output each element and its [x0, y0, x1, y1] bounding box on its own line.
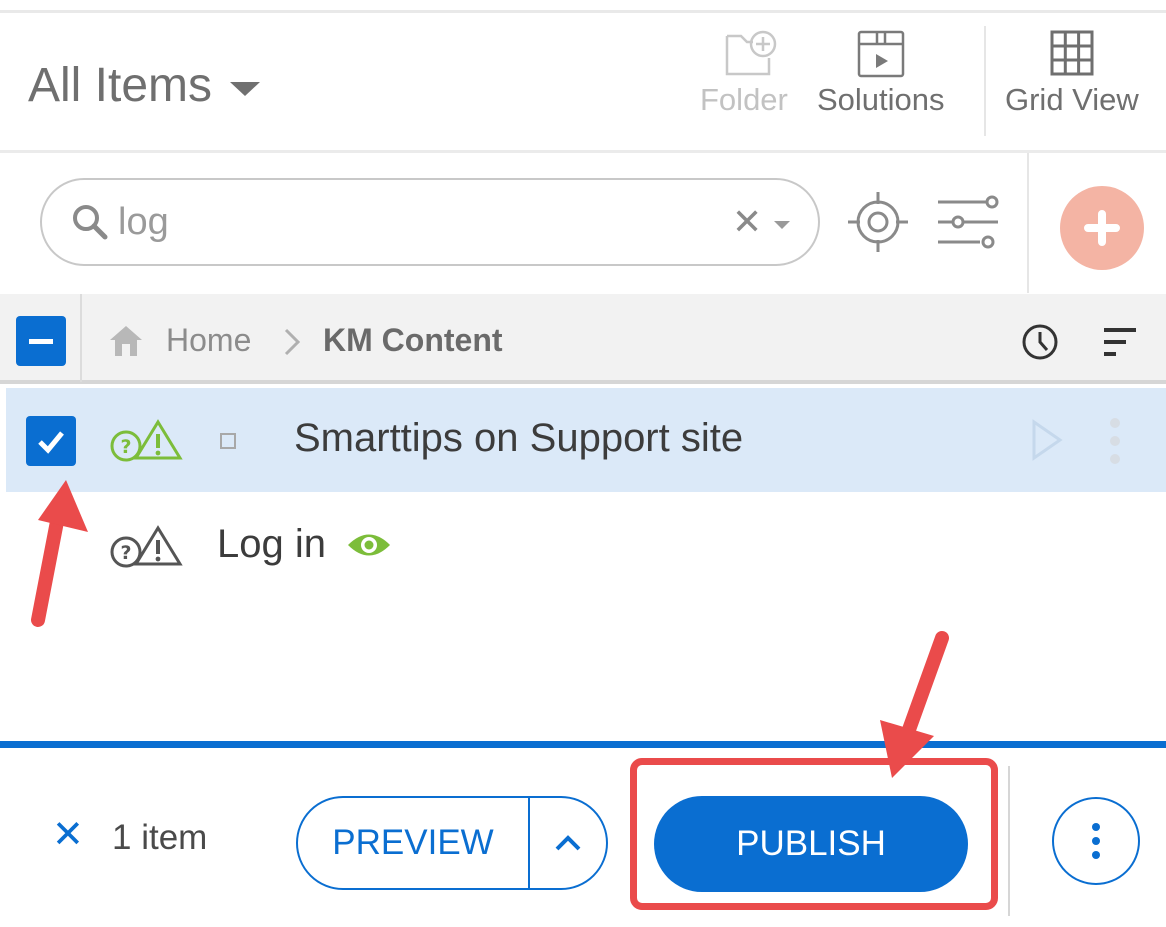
breadcrumb-current: KM Content	[323, 322, 503, 358]
row-checkbox[interactable]	[26, 416, 76, 466]
item-title[interactable]: Log in	[217, 522, 326, 567]
play-icon[interactable]	[1030, 418, 1064, 462]
filter-sliders-icon[interactable]	[936, 192, 1000, 252]
minus-icon	[29, 338, 53, 344]
solutions-button[interactable]: Solutions	[817, 28, 945, 118]
annotation-arrow-icon	[880, 631, 949, 778]
annotation-arrow-icon	[31, 480, 88, 627]
folder-add-icon	[725, 30, 777, 76]
search-icon	[73, 205, 108, 240]
solutions-icon	[857, 30, 905, 78]
folder-label: Folder	[700, 82, 788, 117]
selected-count: 1 item	[112, 818, 208, 857]
solutions-label: Solutions	[817, 82, 945, 117]
item-more-icon[interactable]	[1110, 418, 1120, 464]
add-button[interactable]	[1060, 186, 1144, 270]
view-selector[interactable]: All Items	[28, 58, 261, 113]
clear-selection-icon[interactable]: ✕	[52, 816, 84, 854]
page-title: All Items	[28, 59, 213, 112]
header-divider	[0, 150, 1166, 153]
search-box	[40, 178, 820, 266]
toolbar-divider	[984, 26, 986, 136]
home-icon[interactable]	[106, 320, 146, 360]
breadcrumb-home[interactable]: Home	[166, 322, 251, 359]
grid-icon	[1050, 30, 1094, 76]
type-square-icon	[220, 433, 236, 449]
grid-view-button[interactable]: Grid View	[1005, 28, 1139, 118]
preview-split-button: PREVIEW	[296, 796, 608, 890]
caret-down-icon	[230, 81, 261, 96]
top-divider	[0, 10, 1166, 13]
svg-text:?: ?	[120, 436, 131, 458]
svg-text:?: ?	[120, 542, 131, 564]
preview-options-button[interactable]	[530, 798, 606, 888]
chevron-right-icon	[284, 328, 301, 356]
checkmark-icon	[38, 431, 64, 454]
status-help-warning-icon: ?	[110, 419, 183, 462]
item-title[interactable]: Smarttips on Support site	[294, 416, 743, 461]
grid-view-label: Grid View	[1005, 82, 1139, 117]
preview-button[interactable]: PREVIEW	[298, 798, 530, 888]
status-help-warning-icon: ?	[110, 525, 183, 568]
clock-icon[interactable]	[1020, 322, 1060, 362]
clear-search-icon[interactable]: ✕	[732, 204, 762, 240]
plus-icon	[1084, 210, 1120, 246]
search-divider	[1027, 153, 1029, 293]
more-options-button[interactable]	[1052, 797, 1140, 885]
action-bar-divider	[0, 741, 1166, 748]
chevron-up-icon	[555, 835, 581, 851]
breadcrumb-divider	[80, 294, 82, 382]
action-bar-separator	[1008, 766, 1010, 916]
search-input[interactable]	[118, 200, 678, 244]
target-icon[interactable]	[846, 190, 910, 254]
eye-icon	[348, 534, 390, 556]
select-all-checkbox[interactable]	[16, 316, 66, 366]
sort-icon[interactable]	[1102, 325, 1138, 359]
search-options-caret-icon[interactable]	[774, 221, 790, 229]
new-folder-button[interactable]: Folder	[700, 28, 788, 118]
